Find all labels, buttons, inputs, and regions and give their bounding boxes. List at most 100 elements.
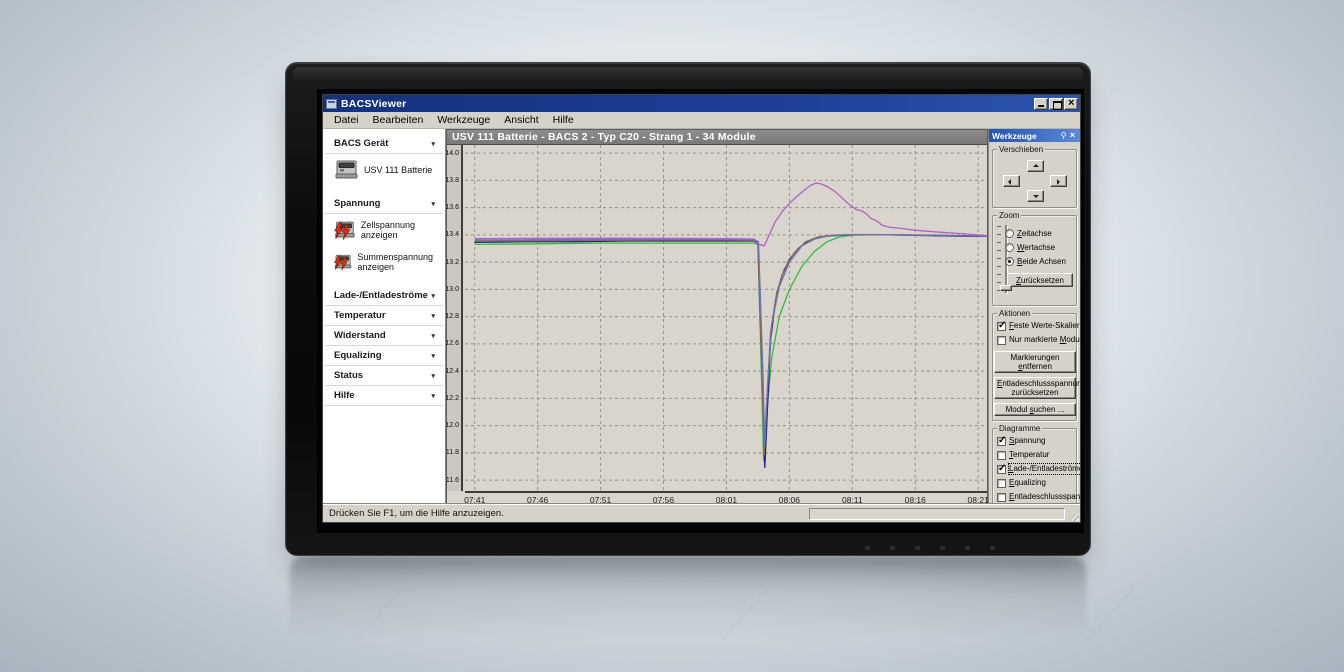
- radio-zeitachse[interactable]: Zeitachse: [1005, 226, 1073, 240]
- chevron-down-icon[interactable]: ▾: [431, 140, 435, 148]
- radio-icon[interactable]: [1005, 229, 1014, 238]
- menu-item-bearbeiten[interactable]: Bearbeiten: [366, 113, 431, 127]
- menubar: DateiBearbeitenWerkzeugeAnsichtHilfe: [323, 112, 1080, 129]
- checkbox-icon[interactable]: [997, 336, 1006, 345]
- menu-item-hilfe[interactable]: Hilfe: [546, 113, 581, 127]
- zoom-slider[interactable]: [997, 223, 1002, 301]
- arrow-down-icon: [1033, 195, 1039, 198]
- checkbox-icon[interactable]: [997, 479, 1006, 488]
- charts-group-label: Diagramme: [997, 424, 1042, 433]
- pin-icon[interactable]: ⚲: [1059, 131, 1068, 140]
- pan-up-button[interactable]: [1027, 160, 1044, 172]
- sidebar-section-label: Equalizing: [334, 350, 382, 361]
- y-tick-label: 13.4: [445, 231, 459, 238]
- sidebar-section-status[interactable]: Status ▾: [325, 366, 443, 386]
- checkbox-feste-werte-skalierung[interactable]: Feste Werte-Skalierung: [997, 321, 1073, 333]
- sidebar-item-usv-111-batterie[interactable]: USV 111 Batterie: [323, 154, 445, 186]
- sidebar-section-label: Status: [334, 370, 363, 381]
- radio-wertachse[interactable]: Wertachse: [1005, 240, 1073, 254]
- chevron-down-icon[interactable]: ▾: [431, 372, 435, 380]
- status-message: Drücken Sie F1, um die Hilfe anzuzeigen.: [329, 508, 809, 519]
- pan-group: Verschieben: [992, 149, 1077, 208]
- sidebar-section-temperatur[interactable]: Temperatur▾: [325, 306, 443, 326]
- sidebar-item-label: Summenspannung anzeigen: [357, 252, 443, 273]
- checkbox-label: Feste Werte-Skalierung: [1009, 321, 1080, 331]
- y-axis: 14.013.813.613.413.213.012.812.612.412.2…: [447, 145, 463, 491]
- actions-group-label: Aktionen: [997, 309, 1032, 318]
- button-modul-suchen[interactable]: Modul suchen ...: [994, 403, 1076, 416]
- zoom-reset-button[interactable]: Zurücksetzen: [1007, 273, 1073, 287]
- checkbox-label: Nur markierte Module: [1009, 335, 1080, 345]
- window-titlebar[interactable]: BACSViewer: [323, 95, 1080, 112]
- voltage-chart: [465, 145, 987, 491]
- pan-down-button[interactable]: [1027, 190, 1044, 202]
- y-tick-label: 13.8: [445, 177, 459, 184]
- battery-device-icon: [333, 158, 359, 182]
- radio-icon[interactable]: [1005, 243, 1014, 252]
- checkbox-equalizing[interactable]: Equalizing: [997, 478, 1073, 490]
- menu-item-werkzeuge[interactable]: Werkzeuge: [430, 113, 497, 127]
- sidebar-section-bacs-gerät[interactable]: BACS Gerät ▾: [325, 134, 443, 154]
- sidebar-section-label: Spannung: [334, 198, 380, 209]
- resize-grip[interactable]: [1068, 510, 1079, 521]
- checkbox-spannung[interactable]: Spannung: [997, 436, 1073, 448]
- sidebar-section-widerstand[interactable]: Widerstand▾: [325, 326, 443, 346]
- monitor-buttons[interactable]: [865, 546, 995, 549]
- panel-close-icon[interactable]: ×: [1068, 130, 1077, 141]
- radio-icon[interactable]: [1005, 257, 1014, 266]
- arrow-up-icon: [1033, 164, 1039, 167]
- pan-left-button[interactable]: [1003, 175, 1020, 187]
- radio-label: Wertachse: [1017, 243, 1055, 252]
- sidebar-section-hilfe[interactable]: Hilfe▾: [325, 386, 443, 406]
- checkbox-icon[interactable]: [997, 451, 1006, 460]
- pan-right-button[interactable]: [1050, 175, 1067, 187]
- sidebar-item-zellspannung-anzeigen[interactable]: Zellspannung anzeigen: [323, 214, 445, 246]
- y-tick-label: 12.2: [445, 395, 459, 402]
- sidebar-item-summenspannung-anzeigen[interactable]: Summenspannung anzeigen: [323, 246, 445, 278]
- y-tick-label: 12.0: [445, 422, 459, 429]
- checkbox-icon[interactable]: [997, 437, 1006, 446]
- sidebar-section-equalizing[interactable]: Equalizing ▾: [325, 346, 443, 366]
- floor-glare: [182, 588, 1168, 640]
- sidebar-section-spannung[interactable]: Spannung ▾: [325, 194, 443, 214]
- radio-beide-achsen[interactable]: Beide Achsen: [1005, 254, 1073, 268]
- chevron-down-icon[interactable]: ▾: [431, 332, 435, 340]
- button-entladeschlussspannung-zurücksetzen[interactable]: Entladeschlussspannung zurücksetzen: [994, 377, 1076, 399]
- checkbox-icon[interactable]: [997, 493, 1006, 502]
- tools-panel-titlebar[interactable]: Werkzeuge ⚲ ×: [989, 129, 1080, 142]
- checkbox-lade-entladeströme[interactable]: Lade-/Entladeströme: [997, 464, 1073, 476]
- checkbox-label: Entladeschlussspannung: [1009, 492, 1080, 502]
- plot-region[interactable]: [465, 145, 987, 491]
- chevron-down-icon[interactable]: ▾: [431, 312, 435, 320]
- maximize-button[interactable]: [1049, 98, 1063, 110]
- arrow-left-icon: [1008, 179, 1011, 185]
- chart-area[interactable]: 14.013.813.613.413.213.012.812.612.412.2…: [446, 144, 988, 504]
- chevron-down-icon[interactable]: ▾: [431, 292, 435, 300]
- checkbox-icon[interactable]: [997, 465, 1006, 474]
- button-markierungen-entfernen[interactable]: Markierungen entfernen: [994, 351, 1076, 373]
- monitor-screen: BACSViewer DateiBearbeitenWerkzeugeAnsic…: [317, 89, 1084, 533]
- radio-label: Zeitachse: [1017, 229, 1052, 238]
- status-progress-area: [809, 508, 1065, 520]
- sidebar-section-label: BACS Gerät: [334, 138, 388, 149]
- sidebar-section-lade-entladeströme[interactable]: Lade-/Entladeströme▾: [325, 286, 443, 306]
- chevron-down-icon[interactable]: ▾: [431, 352, 435, 360]
- checkbox-entladeschlussspannung[interactable]: Entladeschlussspannung: [997, 492, 1073, 504]
- close-button[interactable]: [1064, 98, 1078, 110]
- y-tick-label: 13.0: [445, 286, 459, 293]
- chevron-down-icon[interactable]: ▾: [431, 200, 435, 208]
- checkbox-label: Equalizing: [1009, 478, 1046, 488]
- y-tick-label: 12.8: [445, 313, 459, 320]
- checkbox-icon[interactable]: [997, 322, 1006, 331]
- y-tick-label: 13.6: [445, 204, 459, 211]
- menu-item-datei[interactable]: Datei: [327, 113, 366, 127]
- menu-item-ansicht[interactable]: Ansicht: [497, 113, 545, 127]
- checkbox-temperatur[interactable]: Temperatur: [997, 450, 1073, 462]
- series-modul-magenta: [475, 183, 987, 246]
- y-tick-label: 11.6: [446, 477, 459, 484]
- minimize-button[interactable]: [1034, 98, 1048, 110]
- chevron-down-icon[interactable]: ▾: [431, 392, 435, 400]
- checkbox-nur-markierte-module[interactable]: Nur markierte Module: [997, 335, 1073, 347]
- bezel-gloss: [292, 67, 1084, 83]
- zoom-slider-handle[interactable]: [1000, 285, 1012, 291]
